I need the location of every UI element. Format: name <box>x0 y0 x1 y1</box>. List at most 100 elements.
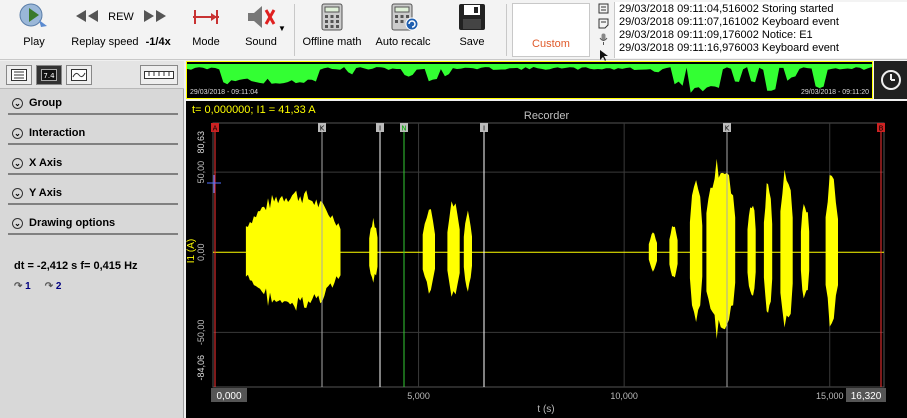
offline-math-label: Offline math <box>302 36 362 48</box>
signal-burst <box>422 209 435 294</box>
mode-button[interactable]: Mode <box>186 2 226 56</box>
custom-label: Custom <box>532 38 570 50</box>
x-start-label: 0,000 <box>216 391 241 402</box>
x-tick-label: 5,000 <box>407 391 430 401</box>
section-label: X Axis <box>29 157 63 169</box>
x-axis-label: t (s) <box>537 404 554 415</box>
scope-view-tab[interactable] <box>66 65 92 85</box>
play-icon <box>17 2 51 32</box>
app-window: Play REW Replay speed -1/4x Mode Sound ▼… <box>0 0 907 418</box>
fast-forward-icon[interactable] <box>142 8 168 27</box>
chevron-down-icon: ⌄ <box>12 187 23 199</box>
y-tick-label: 0,00 <box>196 243 206 261</box>
chevron-down-icon: ⌄ <box>12 97 23 109</box>
section-label: Y Axis <box>29 187 63 199</box>
play-label: Play <box>23 36 45 48</box>
rew-label: REW <box>108 11 134 23</box>
signal-burst <box>669 226 678 278</box>
chevron-down-icon: ⌄ <box>12 157 23 169</box>
event-type-icons <box>595 3 611 61</box>
cursor-icon: ↷ <box>14 281 23 292</box>
interaction-section[interactable]: ⌄ Interaction <box>8 123 178 145</box>
section-label: Interaction <box>29 127 86 139</box>
overview-strip[interactable]: 29/03/2018 - 09:11:04 29/03/2018 - 09:11… <box>186 61 873 99</box>
properties-panel: 7.4 ⌄ Group ⌄ Interaction ⌄ X Axis ⌄ Y Axis … <box>0 61 184 418</box>
cursor-1-toggle[interactable]: ↷ 1 <box>14 281 31 292</box>
recalc-icon <box>388 2 418 32</box>
recorder-panel[interactable]: A K I N I K B 80,63 50,00 0,00 -50,00 -84,06 I1 (A) 5… <box>186 101 907 418</box>
chevron-down-icon: ⌄ <box>12 217 23 229</box>
microphone-icon <box>598 33 609 48</box>
play-button[interactable]: Play <box>6 2 62 56</box>
scope-icon <box>71 69 87 81</box>
cursor-delta-readout: dt = -2,412 s f= 0,415 Hz <box>14 260 138 272</box>
signal-burst <box>706 158 736 339</box>
cursor-2-toggle[interactable]: ↷ 2 <box>45 281 62 292</box>
y-tick-label: -50,00 <box>196 320 206 346</box>
auto-recalc-label: Auto recalc <box>375 36 431 48</box>
event-log-entry[interactable]: 29/03/2018 09:11:09,176002 Notice: E1 <box>619 29 907 42</box>
signal-burst <box>689 180 703 322</box>
event-log[interactable]: 29/03/2018 09:11:04,516002 Storing start… <box>614 2 907 58</box>
digital-display-tab[interactable]: 7.4 <box>36 65 62 85</box>
offline-math-button[interactable]: Offline math <box>300 2 364 56</box>
signal-burst <box>763 183 773 313</box>
event-marker-label: A <box>213 125 218 133</box>
event-log-entry[interactable]: 29/03/2018 09:11:04,516002 Storing start… <box>619 3 907 16</box>
list-view-tab[interactable] <box>6 65 32 85</box>
x-end-label: 16,320 <box>851 391 882 402</box>
settings-panel-tab[interactable] <box>140 65 178 85</box>
group-section[interactable]: ⌄ Group <box>8 93 178 115</box>
replay-speed-label: Replay speed <box>71 36 139 48</box>
sound-muted-icon <box>244 2 278 32</box>
y-tick-label: 80,63 <box>196 131 206 154</box>
y-tick-label: 50,00 <box>196 161 206 184</box>
save-label: Save <box>459 36 485 48</box>
note-icon <box>598 18 609 32</box>
recorder-title: Recorder <box>523 110 570 122</box>
auto-recalc-button[interactable]: Auto recalc <box>372 2 434 56</box>
event-marker-label: B <box>879 125 884 133</box>
signal-burst <box>447 201 460 297</box>
toolbar: Play REW Replay speed -1/4x Mode Sound ▼… <box>0 0 907 61</box>
cursor-icon: ↷ <box>44 281 54 292</box>
svg-text:7.4: 7.4 <box>43 72 55 80</box>
clock-button[interactable] <box>874 61 907 99</box>
floppy-disk-icon <box>458 2 486 32</box>
signal-burst <box>800 204 810 299</box>
ruler-icon <box>144 71 174 79</box>
list-icon <box>11 69 27 81</box>
mode-icon <box>191 2 221 32</box>
y-axis-section[interactable]: ⌄ Y Axis <box>8 183 178 205</box>
rewind-icon[interactable] <box>74 8 100 27</box>
save-button[interactable]: Save <box>448 2 496 56</box>
toolbar-separator <box>294 4 295 56</box>
toolbar-separator <box>506 4 507 56</box>
cursor-selectors: ↷ 1 ↷ 2 <box>14 281 61 292</box>
signal-burst <box>780 169 793 328</box>
event-marker-label: K <box>320 125 325 133</box>
overview-end-time: 29/03/2018 - 09:11:20 <box>801 89 869 96</box>
clock-icon <box>880 70 901 90</box>
recorder-chart[interactable]: A K I N I K B 80,63 50,00 0,00 -50,00 -84,06 I1 (A) 5… <box>186 101 907 418</box>
mode-label: Mode <box>192 36 220 48</box>
event-log-entry[interactable]: 29/03/2018 09:11:07,161002 Keyboard even… <box>619 16 907 29</box>
overview-start-time: 29/03/2018 - 09:11:04 <box>190 89 258 96</box>
x-tick-label: 10,000 <box>610 391 638 401</box>
section-label: Drawing options <box>29 217 116 229</box>
custom-button[interactable]: Custom <box>512 3 590 57</box>
replay-speed-value: -1/4x <box>145 36 171 48</box>
signal-burst <box>747 205 756 296</box>
drawing-options-section[interactable]: ⌄ Drawing options <box>8 213 178 235</box>
log-icon <box>598 3 609 17</box>
x-axis-section[interactable]: ⌄ X Axis <box>8 153 178 175</box>
signal-burst <box>369 217 378 283</box>
replay-speed-control[interactable]: REW Replay speed -1/4x <box>66 2 176 56</box>
x-tick-label: 15,000 <box>816 391 844 401</box>
sound-dropdown-icon[interactable]: ▼ <box>278 24 286 33</box>
event-log-entry[interactable]: 29/03/2018 09:11:16,976003 Keyboard even… <box>619 42 907 55</box>
signal-burst <box>463 210 472 292</box>
chevron-down-icon: ⌄ <box>12 127 23 139</box>
calculator-icon <box>321 2 343 32</box>
sound-label: Sound <box>245 36 277 48</box>
